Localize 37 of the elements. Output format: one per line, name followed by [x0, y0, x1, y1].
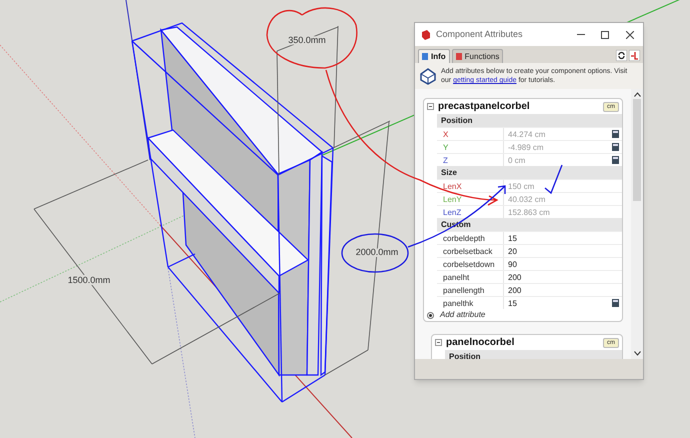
calculator-icon[interactable]	[612, 130, 619, 138]
calculator-icon[interactable]	[612, 156, 619, 164]
maximize-icon	[601, 30, 609, 38]
attribute-label: panelthk	[437, 297, 504, 309]
add-icon[interactable]	[427, 312, 434, 318]
toolbar-icon[interactable]	[629, 50, 640, 61]
hand-drawn-checkmark	[544, 164, 563, 194]
tab[interactable]: Info	[418, 49, 450, 63]
component-name: panelnocorbel	[446, 336, 516, 350]
calculator-icon[interactable]	[612, 143, 619, 151]
scroll-down-icon[interactable]	[634, 351, 640, 356]
calculator-icon[interactable]	[612, 299, 619, 307]
attribute-value[interactable]: 200	[508, 270, 522, 284]
add-attribute-link[interactable]: Add attribute	[440, 309, 486, 321]
scribbled-circle	[341, 233, 409, 273]
minimize-icon	[577, 34, 585, 35]
section-header: Position	[445, 350, 622, 359]
component-box-icon	[419, 67, 437, 85]
attribute-value[interactable]: 20	[508, 244, 517, 258]
tab[interactable]: Functions	[452, 49, 504, 63]
collapse-icon[interactable]	[435, 339, 442, 346]
scrollbar[interactable]	[631, 89, 643, 359]
close-icon	[626, 30, 634, 38]
section-header: Position	[437, 114, 622, 127]
component-name: precastpanelcorbel	[438, 100, 531, 114]
window-title: Component Attributes	[436, 28, 524, 41]
scroll-up-icon[interactable]	[634, 92, 640, 97]
attribute-value[interactable]: 90	[508, 258, 517, 270]
info-icon	[422, 53, 428, 60]
section-header: Size	[437, 166, 622, 179]
function-icon	[456, 53, 462, 60]
attribute-value[interactable]: 15	[508, 296, 517, 310]
attribute-value[interactable]: 200	[508, 284, 522, 296]
attribute-value[interactable]: 15	[508, 232, 517, 244]
app-logo-icon	[421, 30, 431, 40]
refresh-icon[interactable]	[616, 50, 627, 61]
collapse-icon[interactable]	[427, 103, 434, 110]
